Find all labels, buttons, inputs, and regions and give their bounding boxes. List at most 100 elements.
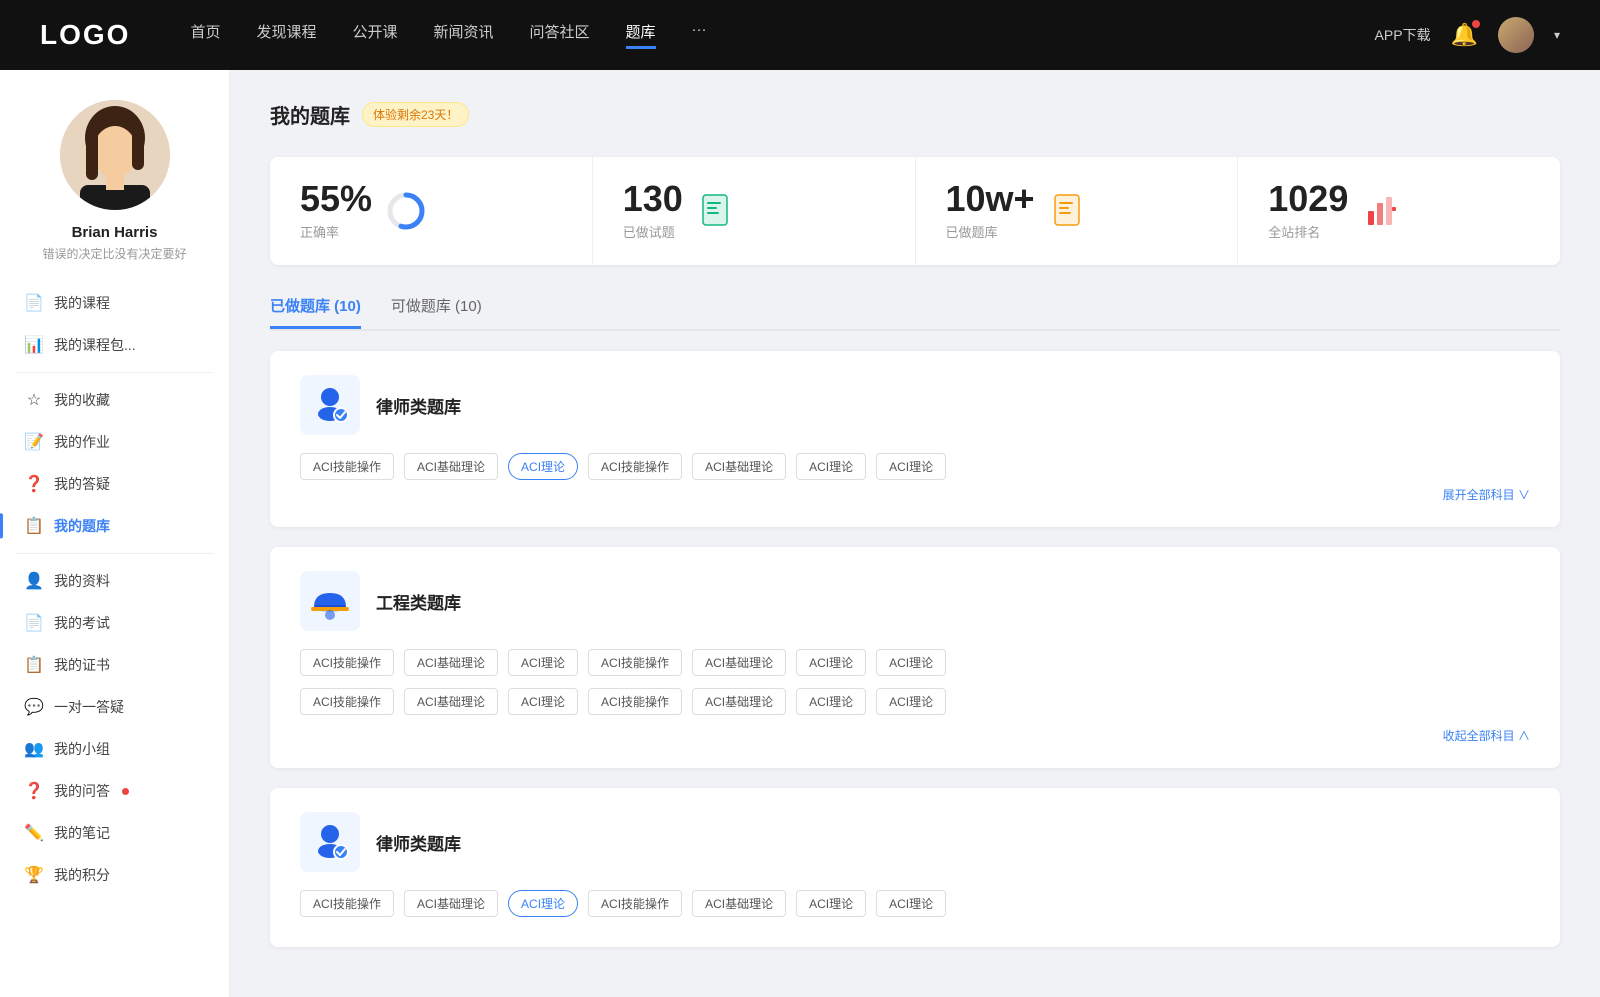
sidebar-item-profile[interactable]: 👤 我的资料	[0, 560, 229, 602]
avatar-chevron-icon[interactable]: ▾	[1554, 28, 1560, 42]
eng-tag-5[interactable]: ACI基础理论	[692, 649, 786, 676]
eng-tag-9[interactable]: ACI基础理论	[404, 688, 498, 715]
tag-1[interactable]: ACI技能操作	[300, 453, 394, 480]
tag-4[interactable]: ACI技能操作	[588, 453, 682, 480]
stat-done-questions-label: 已做试题	[623, 222, 683, 241]
note-green-icon	[697, 191, 737, 231]
user-avatar[interactable]	[1498, 17, 1534, 53]
sidebar-label-course-packages: 我的课程包...	[54, 335, 136, 355]
sidebar-label-notes: 我的笔记	[54, 823, 110, 843]
eng-tag-14[interactable]: ACI理论	[876, 688, 946, 715]
user-motto: 错误的决定比没有决定要好	[42, 245, 186, 262]
stat-done-banks: 10w+ 已做题库	[916, 157, 1239, 265]
main-content: 我的题库 体验剩余23天！ 55% 正确率	[230, 70, 1600, 997]
page-header: 我的题库 体验剩余23天！	[270, 100, 1560, 129]
sidebar-label-profile: 我的资料	[54, 571, 110, 591]
sidebar-item-notes[interactable]: ✏️ 我的笔记	[0, 812, 229, 854]
qb-tags-lawyer-2: ACI技能操作 ACI基础理论 ACI理论 ACI技能操作 ACI基础理论 AC…	[300, 890, 1530, 917]
eng-tag-7[interactable]: ACI理论	[876, 649, 946, 676]
expand-footer-lawyer-1[interactable]: 展开全部科目 ∨	[300, 486, 1530, 503]
notification-dot	[1472, 20, 1480, 28]
exam-icon: 📄	[24, 613, 44, 633]
tag-6[interactable]: ACI理论	[796, 453, 866, 480]
eng-tag-6[interactable]: ACI理论	[796, 649, 866, 676]
sidebar-item-certificate[interactable]: 📋 我的证书	[0, 644, 229, 686]
stat-ranking: 1029 全站排名	[1238, 157, 1560, 265]
user-name: Brian Harris	[72, 224, 158, 241]
qb-card-lawyer-1: 律师类题库 ACI技能操作 ACI基础理论 ACI理论 ACI技能操作 ACI基…	[270, 351, 1560, 527]
logo: LOGO	[40, 19, 130, 51]
l2-tag-5[interactable]: ACI基础理论	[692, 890, 786, 917]
eng-tag-12[interactable]: ACI基础理论	[692, 688, 786, 715]
homework-icon: 📝	[24, 432, 44, 452]
sidebar-item-course-packages[interactable]: 📊 我的课程包...	[0, 324, 229, 366]
eng-tag-3[interactable]: ACI理论	[508, 649, 578, 676]
sidebar-label-tutoring: 一对一答疑	[54, 697, 124, 717]
notes-icon: ✏️	[24, 823, 44, 843]
nav-news[interactable]: 新闻资讯	[434, 21, 494, 49]
collapse-footer-engineering[interactable]: 收起全部科目 ∧	[300, 727, 1530, 744]
sidebar-item-points[interactable]: 🏆 我的积分	[0, 854, 229, 896]
sidebar-label-my-courses: 我的课程	[54, 293, 110, 313]
qb-title-engineering: 工程类题库	[376, 589, 461, 614]
eng-tag-8[interactable]: ACI技能操作	[300, 688, 394, 715]
l2-tag-4[interactable]: ACI技能操作	[588, 890, 682, 917]
sidebar-label-exam: 我的考试	[54, 613, 110, 633]
qb-card-engineering: 工程类题库 ACI技能操作 ACI基础理论 ACI理论 ACI技能操作 ACI基…	[270, 547, 1560, 768]
sidebar-item-tutoring[interactable]: 💬 一对一答疑	[0, 686, 229, 728]
sidebar-menu: 📄 我的课程 📊 我的课程包... ☆ 我的收藏 📝 我的作业 ❓ 我的答疑 �	[0, 282, 229, 896]
sidebar-label-my-questions: 我的问答	[54, 781, 110, 801]
sidebar-divider-1	[16, 372, 213, 373]
eng-tag-10[interactable]: ACI理论	[508, 688, 578, 715]
nav-qa[interactable]: 问答社区	[530, 21, 590, 49]
nav-bank[interactable]: 题库	[626, 21, 656, 49]
l2-tag-6[interactable]: ACI理论	[796, 890, 866, 917]
tab-available-banks[interactable]: 可做题库 (10)	[391, 295, 482, 329]
stat-done-banks-text: 10w+ 已做题库	[946, 181, 1035, 241]
profile-icon: 👤	[24, 571, 44, 591]
l2-tag-2[interactable]: ACI基础理论	[404, 890, 498, 917]
eng-tag-4[interactable]: ACI技能操作	[588, 649, 682, 676]
certificate-icon: 📋	[24, 655, 44, 675]
bank-icon: 📋	[24, 516, 44, 536]
nav-more[interactable]: ···	[692, 21, 707, 49]
sidebar-label-points: 我的积分	[54, 865, 110, 885]
tag-2[interactable]: ACI基础理论	[404, 453, 498, 480]
l2-tag-3[interactable]: ACI理论	[508, 890, 578, 917]
stat-ranking-label: 全站排名	[1268, 222, 1348, 241]
sidebar: Brian Harris 错误的决定比没有决定要好 📄 我的课程 📊 我的课程包…	[0, 70, 230, 997]
l2-tag-7[interactable]: ACI理论	[876, 890, 946, 917]
sidebar-item-questions[interactable]: ❓ 我的答疑	[0, 463, 229, 505]
question-icon: ❓	[24, 474, 44, 494]
eng-tag-2[interactable]: ACI基础理论	[404, 649, 498, 676]
tag-7[interactable]: ACI理论	[876, 453, 946, 480]
qb-title-lawyer-1: 律师类题库	[376, 393, 461, 418]
eng-tag-13[interactable]: ACI理论	[796, 688, 866, 715]
l2-tag-1[interactable]: ACI技能操作	[300, 890, 394, 917]
sidebar-item-homework[interactable]: 📝 我的作业	[0, 421, 229, 463]
eng-tag-11[interactable]: ACI技能操作	[588, 688, 682, 715]
app-download-link[interactable]: APP下载	[1375, 25, 1431, 45]
sidebar-item-exam[interactable]: 📄 我的考试	[0, 602, 229, 644]
notification-bell[interactable]: 🔔	[1451, 22, 1478, 48]
tag-5[interactable]: ACI基础理论	[692, 453, 786, 480]
tab-done-banks[interactable]: 已做题库 (10)	[270, 295, 361, 329]
qb-tags-lawyer-1: ACI技能操作 ACI基础理论 ACI理论 ACI技能操作 ACI基础理论 AC…	[300, 453, 1530, 480]
nav-home[interactable]: 首页	[190, 21, 220, 49]
page-body: Brian Harris 错误的决定比没有决定要好 📄 我的课程 📊 我的课程包…	[0, 70, 1600, 997]
sidebar-label-homework: 我的作业	[54, 432, 110, 452]
sidebar-label-certificate: 我的证书	[54, 655, 110, 675]
tag-3[interactable]: ACI理论	[508, 453, 578, 480]
nav-right: APP下载 🔔 ▾	[1375, 17, 1560, 53]
sidebar-item-my-questions[interactable]: ❓ 我的问答	[0, 770, 229, 812]
lawyer-icon	[300, 375, 360, 435]
nav-courses[interactable]: 发现课程	[256, 21, 316, 49]
sidebar-item-group[interactable]: 👥 我的小组	[0, 728, 229, 770]
sidebar-item-favorites[interactable]: ☆ 我的收藏	[0, 379, 229, 421]
sidebar-divider-2	[16, 553, 213, 554]
nav-open-course[interactable]: 公开课	[352, 21, 397, 49]
sidebar-label-questions: 我的答疑	[54, 474, 110, 494]
sidebar-item-bank[interactable]: 📋 我的题库	[0, 505, 229, 547]
eng-tag-1[interactable]: ACI技能操作	[300, 649, 394, 676]
sidebar-item-my-courses[interactable]: 📄 我的课程	[0, 282, 229, 324]
